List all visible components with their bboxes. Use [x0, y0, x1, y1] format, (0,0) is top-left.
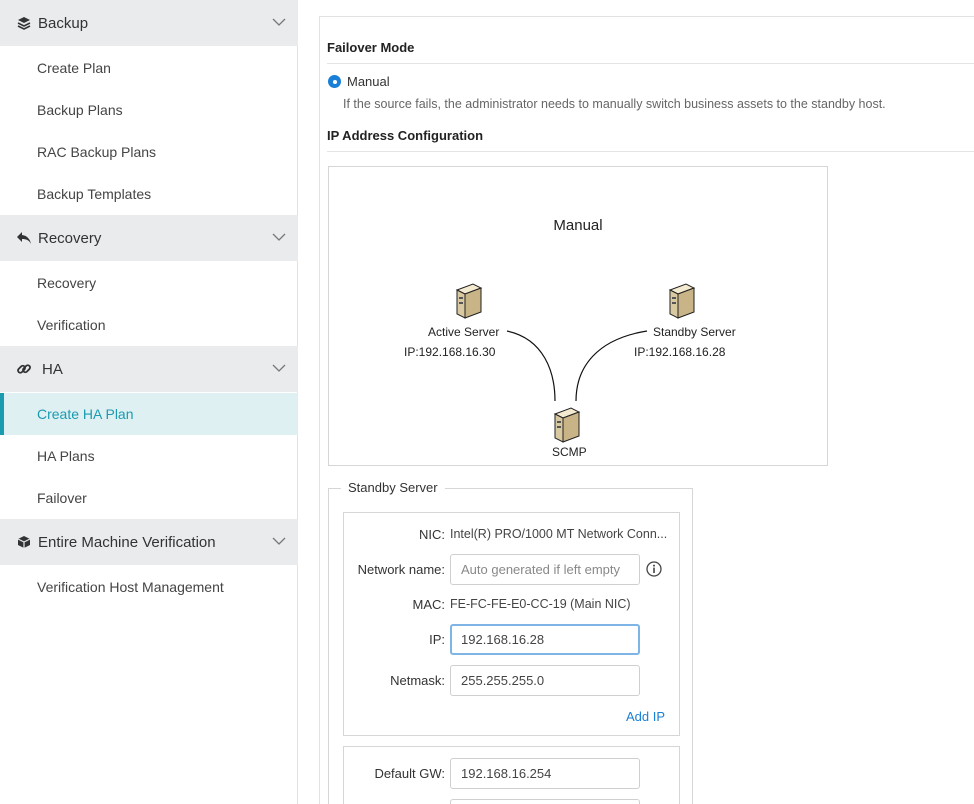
mac-row: MAC: FE-FC-FE-E0-CC-19 (Main NIC): [344, 589, 679, 619]
default-gw-input[interactable]: [450, 757, 640, 789]
server-icon: [553, 407, 581, 443]
radio-description: If the source fails, the administrator n…: [343, 97, 886, 111]
scmp-label: SCMP: [552, 445, 587, 459]
info-icon[interactable]: [646, 561, 662, 577]
add-ip-link[interactable]: Add IP: [626, 709, 665, 724]
sidebar-item-create-plan[interactable]: Create Plan: [0, 47, 298, 89]
cube-icon: [16, 534, 32, 550]
server-icon: [668, 283, 696, 319]
ip-label: IP:: [429, 631, 445, 647]
nic-value: Intel(R) PRO/1000 MT Network Conn...: [450, 527, 668, 541]
sidebar-group-recovery[interactable]: Recovery: [0, 215, 298, 261]
ip-config-title: IP Address Configuration: [327, 128, 484, 143]
server-icon: [455, 283, 483, 319]
radio-button[interactable]: [328, 75, 341, 88]
sidebar-item-ha-plans[interactable]: HA Plans: [0, 435, 298, 477]
chevron-down-icon: [272, 537, 286, 545]
reply-arrow-icon: [16, 230, 32, 246]
ip-input[interactable]: [450, 623, 640, 655]
sidebar-group-label: Recovery: [38, 229, 102, 247]
next-field-input[interactable]: [450, 798, 640, 804]
netmask-input[interactable]: [450, 664, 640, 696]
sidebar-item-create-ha-plan[interactable]: Create HA Plan: [0, 393, 298, 435]
active-server-ip: IP:192.168.16.30: [404, 345, 496, 359]
sidebar: Backup Create Plan Backup Plans RAC Back…: [0, 0, 298, 804]
sidebar-item-rac-backup-plans[interactable]: RAC Backup Plans: [0, 131, 298, 173]
sidebar-group-label: Entire Machine Verification: [38, 533, 216, 551]
standby-server-ip: IP:192.168.16.28: [634, 345, 726, 359]
sidebar-group-entire-machine-verification[interactable]: Entire Machine Verification: [0, 519, 298, 565]
standby-server-fieldset: Standby Server NIC: Intel(R) PRO/1000 MT…: [328, 480, 693, 804]
failover-mode-title: Failover Mode: [327, 40, 415, 55]
chevron-down-icon: [272, 233, 286, 241]
network-name-input[interactable]: [450, 553, 640, 585]
fieldset-legend: Standby Server: [341, 480, 445, 495]
sidebar-group-label: HA: [42, 360, 63, 378]
chevron-down-icon: [272, 364, 286, 372]
netmask-row: Netmask:: [344, 664, 679, 696]
radio-label: Manual: [347, 74, 390, 89]
active-server-label: Active Server: [428, 325, 500, 339]
sidebar-item-failover[interactable]: Failover: [0, 477, 298, 519]
divider: [327, 63, 974, 64]
nic-row: NIC: Intel(R) PRO/1000 MT Network Conn..…: [344, 519, 679, 549]
radio-manual[interactable]: Manual: [328, 74, 390, 89]
default-gw-row: Default GW:: [344, 757, 679, 789]
standby-server-label: Standby Server: [653, 325, 736, 339]
nic-config-box: NIC: Intel(R) PRO/1000 MT Network Conn..…: [343, 512, 680, 736]
default-gw-label: Default GW:: [374, 765, 445, 781]
mac-label: MAC:: [412, 596, 446, 612]
sidebar-item-backup-templates[interactable]: Backup Templates: [0, 173, 298, 215]
sidebar-group-ha[interactable]: HA: [0, 346, 298, 392]
sidebar-item-verification[interactable]: Verification: [0, 304, 298, 346]
sidebar-group-label: Backup: [38, 14, 89, 32]
sidebar-item-backup-plans[interactable]: Backup Plans: [0, 89, 298, 131]
sidebar-item-verification-host-management[interactable]: Verification Host Management: [0, 566, 298, 608]
sidebar-item-recovery[interactable]: Recovery: [0, 262, 298, 304]
link-icon: [16, 361, 32, 377]
network-name-label: Network name:: [357, 561, 445, 577]
netmask-label: Netmask:: [390, 672, 445, 688]
chevron-down-icon: [272, 18, 286, 26]
sidebar-group-backup[interactable]: Backup: [0, 0, 298, 46]
layers-icon: [16, 15, 32, 31]
network-name-row: Network name:: [344, 553, 679, 585]
mac-value: FE-FC-FE-E0-CC-19 (Main NIC): [450, 597, 631, 611]
next-field-row: [344, 798, 679, 804]
ha-diagram: Manual Active Server IP:192.168.16.30 St…: [328, 166, 828, 466]
main-panel: Failover Mode Manual If the source fails…: [319, 16, 974, 804]
gateway-config-box: Default GW:: [343, 746, 680, 804]
divider: [327, 151, 974, 152]
ip-row: IP:: [344, 623, 679, 655]
nic-label: NIC:: [419, 526, 445, 542]
